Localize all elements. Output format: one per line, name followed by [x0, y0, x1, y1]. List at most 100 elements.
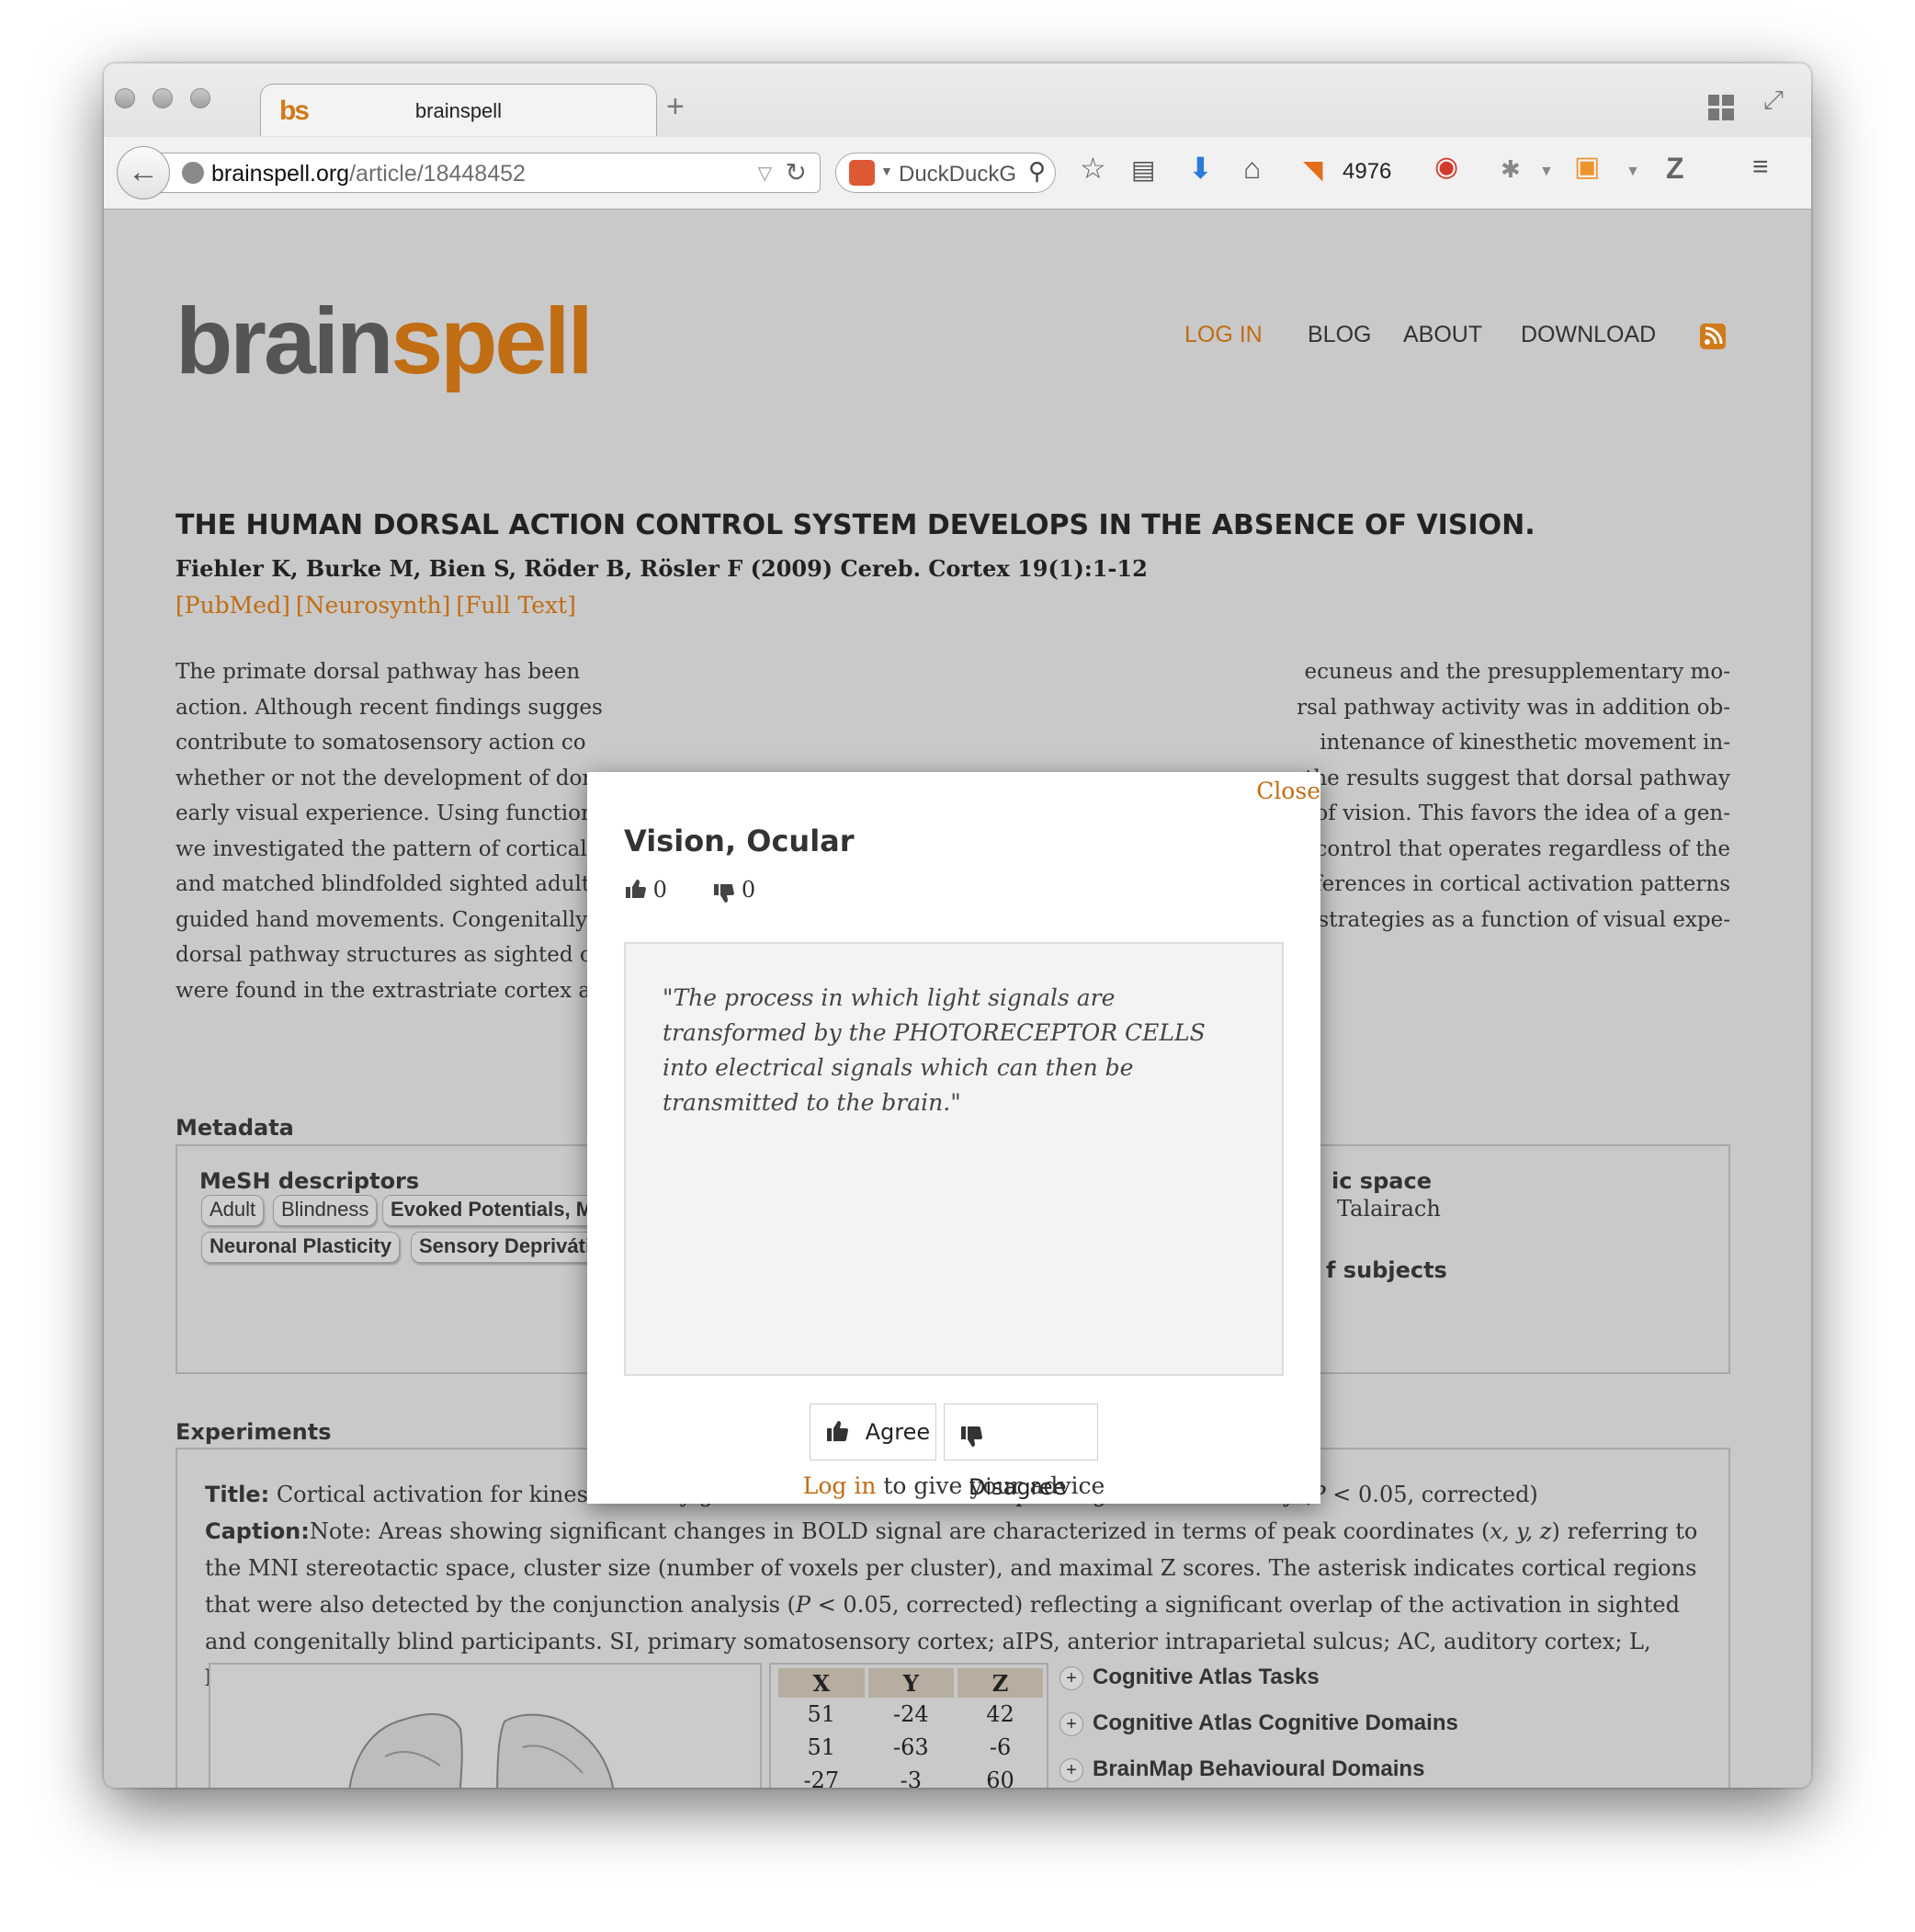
fulltext-link[interactable]: [Full Text] — [456, 592, 576, 619]
reader-extension-icon[interactable]: ▣ — [1574, 153, 1600, 181]
experiments-heading: Experiments — [176, 1419, 332, 1445]
mesh-tag[interactable]: Adult — [201, 1195, 265, 1226]
close-modal-link[interactable]: Close — [1256, 778, 1320, 804]
nav-download-link[interactable]: DOWNLOAD — [1521, 322, 1656, 348]
url-dropdown-icon[interactable]: ▽ — [758, 162, 772, 185]
extension-icon[interactable]: ✱ — [1501, 157, 1521, 181]
search-input[interactable]: DuckDuckGo — [899, 162, 1016, 188]
reload-icon[interactable]: ↻ — [786, 157, 807, 188]
brain-viewer[interactable] — [209, 1663, 762, 1788]
zotero-icon[interactable]: Z — [1666, 153, 1684, 183]
menu-icon[interactable]: ≡ — [1752, 153, 1769, 181]
article-links: [PubMed] [Neurosynth] [Full Text] — [176, 592, 582, 619]
stereotaxic-space-value[interactable]: Talairach — [1337, 1196, 1441, 1222]
url-text[interactable]: brainspell.org/article/18448452 — [211, 161, 526, 188]
bookmarks-menu-icon[interactable]: ▤ — [1131, 157, 1155, 183]
bookmark-star-icon[interactable]: ☆ — [1080, 153, 1106, 183]
site-rss-icon[interactable] — [1700, 324, 1726, 349]
coord-row[interactable]: -27 -3 60 — [778, 1764, 1043, 1788]
stereotaxic-space-heading: ic space — [1331, 1168, 1432, 1194]
thumbs-up-icon — [624, 877, 653, 903]
down-vote-count: 0 — [741, 877, 756, 903]
mesh-tag[interactable]: Blindness — [273, 1195, 378, 1226]
browser-tab[interactable]: bs brainspell — [260, 84, 657, 136]
coord-row[interactable]: 51 -63 -6 — [778, 1731, 1043, 1764]
abstract-line: action. Although recent findings sugges r… — [176, 695, 1730, 720]
mesh-tag[interactable]: Neuronal Plasticity — [201, 1232, 401, 1263]
home-icon[interactable]: ⌂ — [1243, 153, 1261, 183]
logo-spell: spell — [391, 289, 593, 393]
coord-header-x: X — [778, 1668, 865, 1698]
thumbs-down-icon — [961, 1426, 982, 1447]
abstract-line: contribute to somatosensory action co int… — [176, 731, 1730, 755]
minimize-window-button[interactable] — [153, 88, 173, 108]
nav-login-link[interactable]: LOG IN — [1184, 322, 1263, 348]
url-bar[interactable]: brainspell.org/article/18448452 ▽ ↻ — [159, 153, 821, 193]
mesh-tag[interactable]: Sensory Depriváti — [411, 1232, 600, 1263]
url-path: /article/18448452 — [349, 161, 526, 187]
agree-label: Agree — [865, 1419, 931, 1445]
accordion-brainmap-domains[interactable]: + BrainMap Behavioural Domains — [1059, 1756, 1424, 1782]
logo-brain: brain — [176, 289, 393, 393]
browser-window: bs brainspell + ⤢ brainspell.org/article… — [104, 63, 1811, 1788]
ghostery-icon[interactable]: ◉ — [1434, 153, 1458, 181]
url-host: brainspell.org — [211, 161, 350, 187]
expand-icon[interactable]: + — [1059, 1711, 1083, 1736]
agree-button[interactable]: Agree — [810, 1404, 936, 1460]
mesh-heading: MeSH descriptors — [199, 1168, 420, 1194]
up-vote-count: 0 — [652, 877, 667, 903]
concept-modal: Close Vision, Ocular 0 0 "The process in… — [587, 772, 1320, 1504]
coordinates-table: X Y Z 51-2442 51-63-6 -27-360 21357 4562… — [775, 1668, 1047, 1788]
vote-counts: 0 0 — [624, 877, 755, 904]
tab-title: brainspell — [414, 99, 503, 122]
abstract-line: The primate dorsal pathway has been ecune… — [176, 660, 1730, 684]
brain-render-icon — [348, 1713, 615, 1788]
reader-dropdown-icon[interactable]: ▼ — [1626, 165, 1640, 179]
nav-about-link[interactable]: ABOUT — [1403, 322, 1482, 348]
article-authors: Fiehler K, Burke M, Bien S, Röder B, Rös… — [176, 555, 1148, 582]
definition-text: "The process in which light signals are … — [663, 984, 1206, 1116]
rss-feed-icon[interactable]: ◥ — [1303, 157, 1323, 183]
new-tab-button[interactable]: + — [666, 91, 685, 122]
close-window-button[interactable] — [115, 88, 135, 108]
fullscreen-icon[interactable]: ⤢ — [1763, 85, 1784, 116]
definition-box: "The process in which light signals are … — [624, 942, 1284, 1376]
thumbs-down-icon — [712, 877, 742, 903]
accordion-cognitive-atlas-domains[interactable]: + Cognitive Atlas Cognitive Domains — [1059, 1710, 1458, 1736]
back-button[interactable]: ← — [117, 146, 170, 199]
expand-icon[interactable]: + — [1059, 1757, 1083, 1782]
coord-row[interactable]: 51 -24 42 — [778, 1698, 1043, 1731]
duckduckgo-icon[interactable] — [849, 160, 875, 186]
thumbs-up-icon — [827, 1421, 848, 1441]
coord-header-y: Y — [867, 1668, 955, 1698]
neurosynth-link[interactable]: [Neurosynth] — [296, 592, 450, 619]
rss-count: 4976 — [1343, 159, 1392, 184]
search-bar[interactable]: ▼ DuckDuckGo ⚲ — [835, 153, 1056, 193]
globe-icon — [182, 162, 204, 184]
accordion-cognitive-atlas-tasks[interactable]: + Cognitive Atlas Tasks — [1059, 1665, 1320, 1690]
extension-dropdown-icon[interactable]: ▼ — [1539, 165, 1554, 179]
pubmed-link[interactable]: [PubMed] — [176, 592, 290, 619]
page-content: brainspell LOG IN BLOG ABOUT DOWNLOAD TH… — [104, 210, 1811, 1788]
coordinates-table-box: X Y Z 51-2442 51-63-6 -27-360 21357 4562… — [769, 1663, 1048, 1788]
zoom-window-button[interactable] — [190, 88, 210, 108]
article-title: THE HUMAN DORSAL ACTION CONTROL SYSTEM D… — [176, 509, 1535, 541]
coord-header-z: Z — [958, 1668, 1043, 1698]
browser-chrome: bs brainspell + ⤢ brainspell.org/article… — [104, 63, 1811, 210]
metadata-heading: Metadata — [176, 1115, 294, 1141]
nav-blog-link[interactable]: BLOG — [1308, 322, 1371, 348]
navigation-toolbar: brainspell.org/article/18448452 ▽ ↻ ← ▼ … — [104, 137, 1811, 209]
advice-text: Log in to give your advice — [587, 1472, 1320, 1499]
disagree-button[interactable]: Disagree — [944, 1404, 1098, 1500]
login-link[interactable]: Log in — [803, 1472, 877, 1499]
modal-title: Vision, Ocular — [624, 824, 855, 858]
search-icon[interactable]: ⚲ — [1028, 157, 1046, 186]
mesh-tag[interactable]: Evoked Potentials, M — [382, 1195, 602, 1226]
search-engine-dropdown-icon[interactable]: ▼ — [880, 164, 893, 178]
tab-groups-icon[interactable] — [1708, 95, 1734, 120]
advice-suffix: to give your advice — [876, 1472, 1105, 1499]
downloads-icon[interactable]: ⬇ — [1188, 153, 1213, 183]
site-logo[interactable]: brainspell — [176, 294, 594, 388]
subjects-heading: f subjects — [1326, 1257, 1447, 1283]
expand-icon[interactable]: + — [1059, 1665, 1083, 1690]
